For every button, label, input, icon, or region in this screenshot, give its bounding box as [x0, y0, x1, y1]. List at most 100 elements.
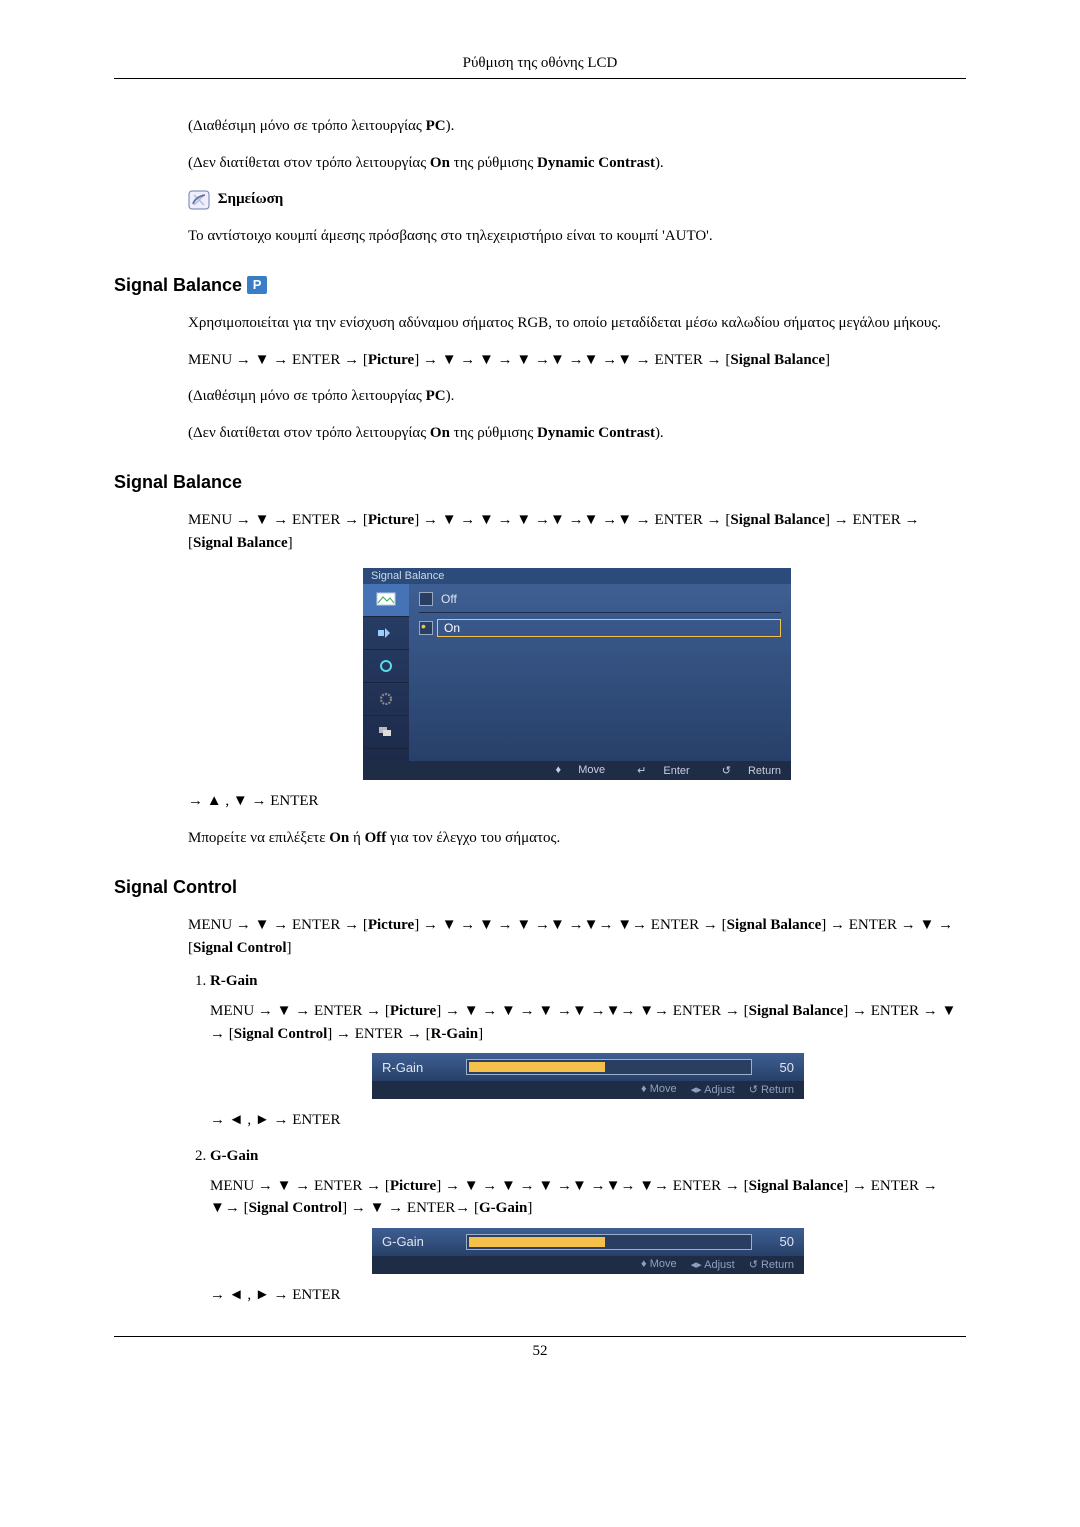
slider-footer: ♦ Move ◂▸ Adjust ↺ Return — [372, 1256, 804, 1274]
text: Picture — [368, 352, 414, 368]
text: MENU → ▼ → ENTER → [ — [188, 512, 368, 528]
foot-return: ↺ Return — [749, 1083, 794, 1096]
foot-enter: ↵ Enter — [623, 764, 690, 777]
slider-fill — [469, 1237, 605, 1247]
text: MENU → ▼ → ENTER → [ — [188, 917, 368, 933]
text: ] → ▼ → ▼ → ▼ →▼ →▼→ ▼→ ENTER → [ — [436, 1003, 748, 1019]
text: ). — [655, 425, 664, 441]
text: Dynamic Contrast — [537, 425, 655, 441]
text: ). — [446, 118, 455, 134]
text-dc: Dynamic Contrast — [537, 155, 655, 171]
heading-signal-balance-2: Signal Balance — [114, 472, 966, 493]
slider-track[interactable] — [466, 1234, 752, 1250]
osd-side-item[interactable] — [363, 683, 409, 716]
osd-signal-balance: Signal Balance Off — [363, 568, 791, 780]
text: ] — [288, 535, 293, 551]
foot-return: ↺ Return — [708, 764, 781, 777]
ggain-post: → ◄ , ► → ENTER — [210, 1284, 966, 1307]
text: Signal Control — [234, 1026, 328, 1042]
text: της ρύθμισης — [450, 425, 537, 441]
not-available-on: (Δεν διατίθεται στον τρόπο λειτουργίας O… — [188, 152, 966, 175]
divider — [419, 612, 781, 613]
page-header: Ρύθμιση της οθόνης LCD — [114, 55, 966, 72]
text: Signal Balance — [749, 1003, 844, 1019]
note-icon — [188, 190, 210, 210]
sb2-block: MENU → ▼ → ENTER → [Picture] → ▼ → ▼ → ▼… — [188, 509, 966, 849]
availability-pc-2: (Διαθέσιμη μόνο σε τρόπο λειτουργίας PC)… — [188, 385, 966, 408]
sb2-path: MENU → ▼ → ENTER → [Picture] → ▼ → ▼ → ▼… — [188, 509, 966, 554]
text: Signal Balance — [193, 535, 288, 551]
pc-mode-icon: P — [247, 276, 267, 294]
text: Picture — [368, 512, 414, 528]
osd-title: Signal Balance — [363, 568, 791, 584]
osd-slider-ggain: G-Gain 50 ♦ Move ◂▸ Adjust ↺ Return — [372, 1228, 804, 1274]
slider-label: G-Gain — [382, 1234, 452, 1249]
osd-body: Off On — [363, 584, 791, 761]
osd-side-item[interactable] — [363, 716, 409, 749]
radio-unchecked-icon — [419, 592, 433, 606]
foot-move: ♦ Move — [641, 1083, 677, 1096]
text: ). — [655, 155, 664, 171]
text: ] — [287, 940, 292, 956]
text: Move — [650, 1083, 677, 1095]
text: ] — [527, 1200, 532, 1216]
osd-option-on[interactable]: On — [419, 619, 781, 637]
osd-main: Off On — [409, 584, 791, 761]
text: ). — [446, 388, 455, 404]
text: ή — [349, 830, 364, 846]
text: Move — [650, 1258, 677, 1270]
rgain-post: → ◄ , ► → ENTER — [210, 1109, 966, 1132]
osd-side-item[interactable] — [363, 617, 409, 650]
picture-icon — [376, 592, 396, 608]
note-label: Σημείωση — [218, 191, 284, 207]
osd-slider-rgain: R-Gain 50 ♦ Move ◂▸ Adjust ↺ Return — [372, 1053, 804, 1099]
foot-adjust: ◂▸ Adjust — [691, 1258, 735, 1271]
slider-row: R-Gain 50 — [372, 1053, 804, 1081]
option-label: Off — [441, 592, 457, 606]
item-title: G-Gain — [210, 1148, 966, 1165]
slider-track[interactable] — [466, 1059, 752, 1075]
sb2-note: Μπορείτε να επιλέξετε On ή Off για τον έ… — [188, 827, 966, 850]
text: Enter — [649, 765, 689, 777]
slider-value: 50 — [766, 1234, 794, 1249]
text: Adjust — [704, 1084, 735, 1096]
text: (Δεν διατίθεται στον τρόπο λειτουργίας — [188, 425, 430, 441]
text: Picture — [368, 917, 414, 933]
text: για τον έλεγχο του σήματος. — [386, 830, 560, 846]
text: On — [430, 425, 450, 441]
text: Μπορείτε να επιλέξετε — [188, 830, 329, 846]
text: της ρύθμισης — [450, 155, 537, 171]
osd-side-nav — [363, 584, 409, 761]
osd-footer: ♦ Move ↵ Enter ↺ Return — [363, 761, 791, 780]
availability-pc: (Διαθέσιμη μόνο σε τρόπο λειτουργίας PC)… — [188, 115, 966, 138]
osd-side-item[interactable] — [363, 650, 409, 683]
heading-signal-balance-1: Signal Balance P — [114, 275, 966, 296]
text: MENU → ▼ → ENTER → [ — [188, 352, 368, 368]
text-on: On — [430, 155, 450, 171]
item-title: R-Gain — [210, 973, 966, 990]
not-available-on-2: (Δεν διατίθεται στον τρόπο λειτουργίας O… — [188, 422, 966, 445]
sb1-desc: Χρησιμοποιείται για την ενίσχυση αδύναμο… — [188, 312, 966, 335]
heading-signal-control: Signal Control — [114, 877, 966, 898]
note-row: Σημείωση — [188, 188, 966, 211]
slider-fill — [469, 1062, 605, 1072]
sc-block: MENU → ▼ → ENTER → [Picture] → ▼ → ▼ → ▼… — [188, 914, 966, 1306]
text: Return — [761, 1084, 794, 1096]
text: MENU → ▼ → ENTER → [ — [210, 1003, 390, 1019]
text: PC — [426, 388, 446, 404]
text: Signal Balance — [749, 1178, 844, 1194]
page-number: 52 — [114, 1343, 966, 1360]
text: ] — [825, 352, 830, 368]
sc-path: MENU → ▼ → ENTER → [Picture] → ▼ → ▼ → ▼… — [188, 914, 966, 959]
text: R-Gain — [431, 1026, 479, 1042]
list-item-ggain: G-Gain MENU → ▼ → ENTER → [Picture] → ▼ … — [210, 1148, 966, 1307]
text: (Διαθέσιμη μόνο σε τρόπο λειτουργίας — [188, 388, 426, 404]
text: Signal Balance — [730, 352, 825, 368]
osd-side-item[interactable] — [363, 584, 409, 617]
manual-page: Ρύθμιση της οθόνης LCD (Διαθέσιμη μόνο σ… — [0, 0, 1080, 1527]
footer-divider — [114, 1336, 966, 1337]
slider-value: 50 — [766, 1060, 794, 1075]
ggain-path: MENU → ▼ → ENTER → [Picture] → ▼ → ▼ → ▼… — [210, 1175, 966, 1220]
osd-option-off[interactable]: Off — [419, 592, 781, 606]
text: ] → ▼ → ▼ → ▼ →▼ →▼→ ▼→ ENTER → [ — [414, 917, 726, 933]
